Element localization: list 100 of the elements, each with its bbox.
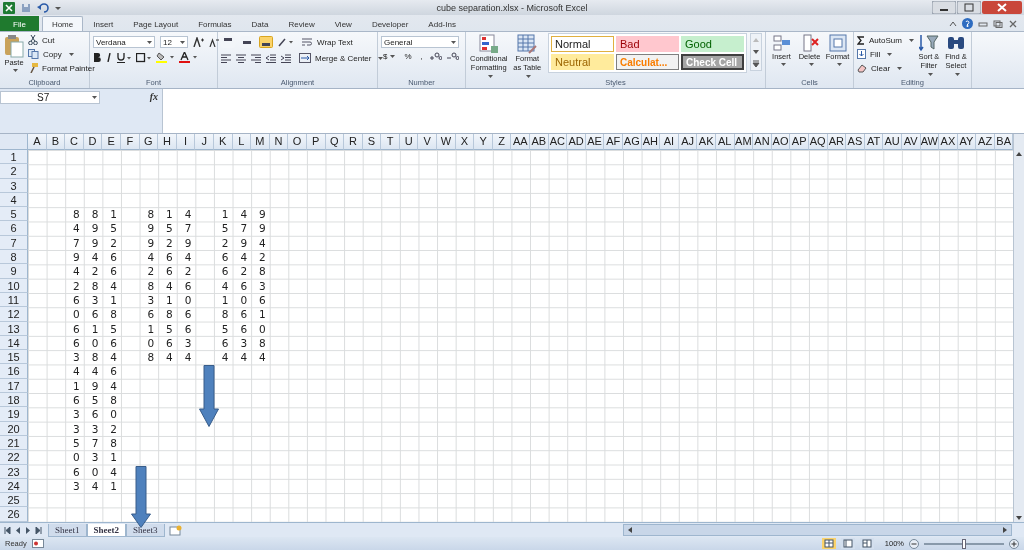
- column-header[interactable]: AI: [660, 134, 679, 150]
- row-header[interactable]: 2: [0, 164, 28, 179]
- cell-style[interactable]: Normal: [551, 36, 614, 52]
- copy-button[interactable]: Copy: [28, 48, 95, 60]
- page-view-icon[interactable]: [840, 538, 855, 549]
- row-header[interactable]: 1: [0, 150, 28, 165]
- column-header[interactable]: J: [195, 134, 214, 150]
- restore-icon[interactable]: [993, 19, 1003, 28]
- insert-function-button[interactable]: fx: [149, 91, 158, 102]
- clear-button[interactable]: Clear: [857, 62, 914, 74]
- column-header[interactable]: AD: [567, 134, 586, 150]
- format-painter-button[interactable]: Format Painter: [28, 62, 95, 74]
- column-header[interactable]: AX: [939, 134, 958, 150]
- row-header[interactable]: 9: [0, 264, 28, 279]
- macro-record-icon[interactable]: [31, 539, 44, 548]
- row-header[interactable]: 22: [0, 450, 28, 465]
- ribbon-tab[interactable]: Formulas: [188, 16, 242, 31]
- column-header[interactable]: E: [102, 134, 121, 150]
- column-header[interactable]: M: [251, 134, 270, 150]
- align-right-icon[interactable]: [251, 53, 261, 63]
- row-header[interactable]: 18: [0, 393, 28, 408]
- column-header[interactable]: W: [437, 134, 456, 150]
- first-sheet-icon[interactable]: [4, 526, 11, 534]
- percent-button[interactable]: %: [402, 52, 414, 61]
- cell-style[interactable]: Bad: [616, 36, 679, 52]
- align-left-icon[interactable]: [221, 53, 231, 63]
- ribbon-tab[interactable]: View: [324, 16, 362, 31]
- row-header[interactable]: 15: [0, 350, 28, 365]
- column-header[interactable]: Y: [474, 134, 493, 150]
- grow-font-icon[interactable]: [193, 37, 204, 47]
- fill-button[interactable]: Fill: [857, 48, 914, 60]
- column-header[interactable]: R: [344, 134, 363, 150]
- column-header[interactable]: AP: [790, 134, 809, 150]
- increase-decimal-icon[interactable]: [429, 52, 442, 61]
- decrease-indent-icon[interactable]: [266, 53, 276, 63]
- wrap-text-button[interactable]: Wrap Text: [302, 36, 353, 48]
- previous-sheet-icon[interactable]: [15, 526, 21, 534]
- cell-style[interactable]: Good: [681, 36, 744, 52]
- column-header[interactable]: AU: [883, 134, 902, 150]
- column-header[interactable]: AF: [604, 134, 623, 150]
- ribbon-tab[interactable]: Home: [41, 16, 84, 31]
- row-header[interactable]: 12: [0, 307, 28, 322]
- sheet-tab[interactable]: Sheet3: [126, 523, 165, 537]
- row-header[interactable]: 26: [0, 507, 28, 522]
- currency-button[interactable]: $: [381, 52, 398, 61]
- minimize-icon[interactable]: [932, 1, 956, 14]
- next-sheet-icon[interactable]: [25, 526, 31, 534]
- row-header[interactable]: 25: [0, 493, 28, 508]
- fill-color-icon[interactable]: [156, 52, 174, 63]
- column-header[interactable]: AA: [511, 134, 531, 150]
- column-header[interactable]: C: [65, 134, 84, 150]
- column-header[interactable]: AZ: [976, 134, 995, 150]
- increase-indent-icon[interactable]: [281, 53, 291, 63]
- ribbon-tab[interactable]: Insert: [83, 16, 124, 31]
- row-header[interactable]: 8: [0, 250, 28, 265]
- shrink-font-icon[interactable]: [209, 37, 219, 47]
- bold-icon[interactable]: [93, 53, 101, 62]
- horizontal-scrollbar[interactable]: [622, 524, 1012, 536]
- column-header[interactable]: AB: [530, 134, 549, 150]
- collapse-ribbon-icon[interactable]: [949, 19, 957, 28]
- column-header[interactable]: AN: [753, 134, 772, 150]
- name-box[interactable]: S7: [0, 91, 100, 104]
- cell-style[interactable]: Neutral: [551, 54, 614, 70]
- scroll-right-icon[interactable]: [1001, 526, 1009, 534]
- italic-icon[interactable]: [106, 53, 112, 62]
- vertical-scrollbar[interactable]: [1013, 134, 1024, 522]
- cut-button[interactable]: Cut: [28, 34, 95, 46]
- underline-icon[interactable]: [117, 52, 131, 63]
- row-header[interactable]: 16: [0, 364, 28, 379]
- ribbon-tab[interactable]: Data: [241, 16, 279, 31]
- vertical-align-icon[interactable]: [259, 36, 273, 48]
- help-icon[interactable]: [962, 18, 973, 29]
- ribbon-tab[interactable]: Add-Ins: [418, 16, 466, 31]
- sheet-tab[interactable]: Sheet2: [86, 523, 126, 537]
- zoom-out-icon[interactable]: [909, 538, 919, 549]
- ribbon-tab[interactable]: Review: [278, 16, 325, 31]
- zoom-slider-thumb[interactable]: [962, 538, 966, 549]
- column-header[interactable]: H: [158, 134, 177, 150]
- scroll-down-icon[interactable]: [752, 48, 760, 56]
- sheet-tab[interactable]: Sheet1: [48, 523, 87, 537]
- borders-icon[interactable]: [136, 52, 151, 63]
- undo-icon[interactable]: [37, 2, 49, 13]
- excel-logo-icon[interactable]: [3, 1, 15, 14]
- align-center-icon[interactable]: [236, 53, 246, 63]
- comma-button[interactable]: ,: [418, 52, 425, 61]
- decrease-decimal-icon[interactable]: [446, 52, 459, 61]
- more-icon[interactable]: [752, 60, 760, 68]
- column-header[interactable]: AK: [697, 134, 716, 150]
- scroll-up-icon[interactable]: [1015, 150, 1023, 158]
- column-header[interactable]: AW: [920, 134, 940, 150]
- last-sheet-icon[interactable]: [35, 526, 42, 534]
- dropdown-icon[interactable]: [55, 4, 61, 11]
- column-header[interactable]: O: [288, 134, 307, 150]
- number-format-field[interactable]: General: [381, 36, 459, 48]
- row-header[interactable]: 5: [0, 207, 28, 222]
- orientation-icon[interactable]: [278, 37, 294, 47]
- close-icon[interactable]: [1008, 19, 1018, 28]
- ribbon-tab[interactable]: Page Layout: [123, 16, 189, 31]
- merge-center-button[interactable]: Merge & Center: [299, 52, 384, 64]
- page-view-icon[interactable]: [821, 538, 836, 549]
